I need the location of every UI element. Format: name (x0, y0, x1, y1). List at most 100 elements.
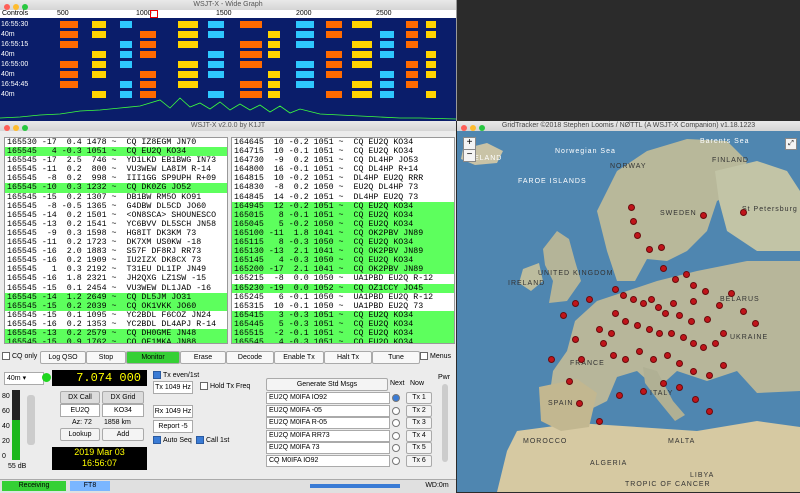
station-pin-icon[interactable] (690, 298, 697, 305)
station-pin-icon[interactable] (716, 302, 723, 309)
tx-marker[interactable] (150, 10, 158, 18)
station-pin-icon[interactable] (560, 312, 567, 319)
tx-message-6[interactable]: CQ M0IFA IO92 (266, 454, 390, 467)
station-pin-icon[interactable] (680, 334, 687, 341)
fullscreen-icon[interactable]: ⤢ (785, 138, 797, 150)
station-pin-icon[interactable] (648, 296, 655, 303)
dx-grid-input[interactable]: KO34 (102, 404, 144, 417)
station-pin-icon[interactable] (578, 356, 585, 363)
tx-5-button[interactable]: Tx 5 (406, 442, 432, 454)
cq-only-checkbox[interactable]: CQ only (2, 352, 37, 361)
station-pin-icon[interactable] (706, 408, 713, 415)
decode-row[interactable]: 165545 -9 0.3 1598 ~ HG8IT DK3KM 73 (5, 229, 227, 238)
decode-row[interactable]: 165545 -8 -0.5 1365 ~ G4DBW DL5CD JO60 (5, 202, 227, 211)
tx-frequency[interactable]: Tx 1049 Hz (153, 381, 193, 394)
tx-1-button[interactable]: Tx 1 (406, 392, 432, 404)
station-pin-icon[interactable] (608, 330, 615, 337)
decode-row[interactable]: 165530 -17 0.4 1478 ~ CQ IZ8EGM JN70 (5, 138, 227, 147)
next-radio[interactable] (392, 394, 400, 402)
decode-row[interactable]: 165215 -8 0.0 1050 ~ UA1PBD EU2Q R-12 (232, 274, 454, 283)
station-pin-icon[interactable] (616, 392, 623, 399)
station-pin-icon[interactable] (628, 204, 635, 211)
decode-row[interactable]: 165545 4 -0.3 1051 ~ CQ EU2Q KO34 (232, 338, 454, 343)
decode-row[interactable]: 165230 -19 0.0 1052 ~ CQ OZ1CCY JO45 (232, 283, 454, 293)
decode-row[interactable]: 165315 10 -0.1 1050 ~ UA1PBD EU2Q 73 (232, 302, 454, 311)
decode-row[interactable]: 165545 -13 0.2 2579 ~ CQ DH0GME JN48 (5, 328, 227, 339)
decode-button[interactable]: Decode (226, 351, 274, 364)
station-pin-icon[interactable] (690, 340, 697, 347)
station-pin-icon[interactable] (600, 340, 607, 347)
call-1st-checkbox[interactable]: Call 1st (196, 436, 229, 445)
decode-row[interactable]: 165545 -15 0.9 1762 ~ CQ OE1MKA JN88 (5, 338, 227, 343)
decode-row[interactable]: 164815 10 -0.2 1051 ~ DL4HP EU2Q RRR (232, 174, 454, 183)
station-pin-icon[interactable] (634, 232, 641, 239)
decode-row[interactable]: 165545 -15 0.2 1307 ~ DB1BW RM5O KO91 (5, 193, 227, 202)
tx-message-4[interactable]: EU2Q M0IFA RR73 (266, 429, 390, 442)
stop-button[interactable]: Stop (86, 351, 126, 364)
station-pin-icon[interactable] (622, 318, 629, 325)
decode-row[interactable]: 164715 10 -0.1 1051 ~ CQ EU2Q KO34 (232, 147, 454, 156)
report-spinbox[interactable]: Report -5 (153, 420, 193, 433)
halt-tx-button[interactable]: Halt Tx (324, 351, 372, 364)
station-pin-icon[interactable] (690, 282, 697, 289)
decode-row[interactable]: 165545 -8 0.2 998 ~ III1GG SP9UPH R+09 (5, 174, 227, 183)
decode-row[interactable]: 164945 12 -0.2 1051 ~ CQ EU2Q KO34 (232, 201, 454, 211)
station-pin-icon[interactable] (576, 400, 583, 407)
tx-6-button[interactable]: Tx 6 (406, 454, 432, 467)
station-pin-icon[interactable] (640, 388, 647, 395)
station-pin-icon[interactable] (700, 212, 707, 219)
station-pin-icon[interactable] (702, 288, 709, 295)
station-pin-icon[interactable] (712, 340, 719, 347)
decode-row[interactable]: 165045 5 -0.2 1050 ~ CQ EU2Q KO34 (232, 219, 454, 229)
station-pin-icon[interactable] (692, 396, 699, 403)
station-pin-icon[interactable] (728, 290, 735, 297)
enable-tx-button[interactable]: Enable Tx (274, 351, 324, 364)
decode-row[interactable]: 165545 -13 0.2 1541 ~ YC6BVV DL5SCH JN58 (5, 220, 227, 229)
station-pin-icon[interactable] (676, 384, 683, 391)
station-pin-icon[interactable] (640, 300, 647, 307)
station-pin-icon[interactable] (720, 362, 727, 369)
station-pin-icon[interactable] (630, 296, 637, 303)
band-activity-panel[interactable]: 165530 -17 0.4 1478 ~ CQ IZ8EGM JN70 1655… (4, 137, 228, 344)
station-pin-icon[interactable] (646, 246, 653, 253)
decode-row[interactable]: 165545 -16 0.2 1353 ~ YC2BDL DL4APJ R-14 (5, 320, 227, 329)
hold-tx-checkbox[interactable]: Hold Tx Freq (200, 382, 250, 391)
decode-row[interactable]: 165515 -2 -0.1 1051 ~ CQ EU2Q KO34 (232, 328, 454, 339)
station-pin-icon[interactable] (683, 271, 690, 278)
decode-row[interactable]: 165545 -10 0.3 1232 ~ CQ DK0ZG JO52 (5, 183, 227, 193)
erase-button[interactable]: Erase (180, 351, 226, 364)
decode-row[interactable]: 165545 -14 1.2 2649 ~ CQ DL5JM JO31 (5, 292, 227, 302)
station-pin-icon[interactable] (752, 320, 759, 327)
decode-row[interactable]: 165100 -11 1.8 1041 ~ CQ OK2PBV JN89 (232, 228, 454, 239)
decode-row[interactable]: 165545 -11 0.2 1723 ~ DK7XM US0KW -18 (5, 238, 227, 247)
log-qso-button[interactable]: Log QSO (40, 351, 86, 364)
station-pin-icon[interactable] (658, 244, 665, 251)
station-pin-icon[interactable] (720, 330, 727, 337)
tx-message-1[interactable]: EU2Q M0IFA IO92 (266, 392, 390, 404)
station-pin-icon[interactable] (688, 318, 695, 325)
station-pin-icon[interactable] (660, 265, 667, 272)
decode-row[interactable]: 165130 -13 2.1 1041 ~ CQ OK2PBV JN89 (232, 247, 454, 257)
rx-frequency-panel[interactable]: 164645 10 -0.2 1051 ~ CQ EU2Q KO34 164715… (231, 137, 455, 344)
station-pin-icon[interactable] (690, 368, 697, 375)
station-pin-icon[interactable] (650, 356, 657, 363)
monitor-button[interactable]: Monitor (126, 351, 180, 364)
station-pin-icon[interactable] (646, 326, 653, 333)
zoom-out-button[interactable]: − (463, 149, 476, 162)
decode-row[interactable]: 165200 -17 2.1 1041 ~ CQ OK2PBV JN89 (232, 265, 454, 275)
station-pin-icon[interactable] (676, 312, 683, 319)
decode-row[interactable]: 165415 3 -0.3 1051 ~ CQ EU2Q KO34 (232, 310, 454, 320)
station-pin-icon[interactable] (572, 300, 579, 307)
station-pin-icon[interactable] (740, 209, 747, 216)
station-pin-icon[interactable] (572, 336, 579, 343)
station-pin-icon[interactable] (566, 378, 573, 385)
decode-row[interactable]: 164645 10 -0.2 1051 ~ CQ EU2Q KO34 (232, 138, 454, 147)
next-radio[interactable] (392, 419, 400, 427)
next-radio[interactable] (392, 456, 400, 465)
station-pin-icon[interactable] (612, 310, 619, 317)
tune-button[interactable]: Tune (372, 351, 420, 364)
station-pin-icon[interactable] (668, 330, 675, 337)
decode-row[interactable]: 165545 -16 0.2 1909 ~ IU2IZX DK8CX 73 (5, 256, 227, 265)
power-slider[interactable] (442, 384, 448, 462)
controls-label[interactable]: Controls (2, 10, 28, 18)
